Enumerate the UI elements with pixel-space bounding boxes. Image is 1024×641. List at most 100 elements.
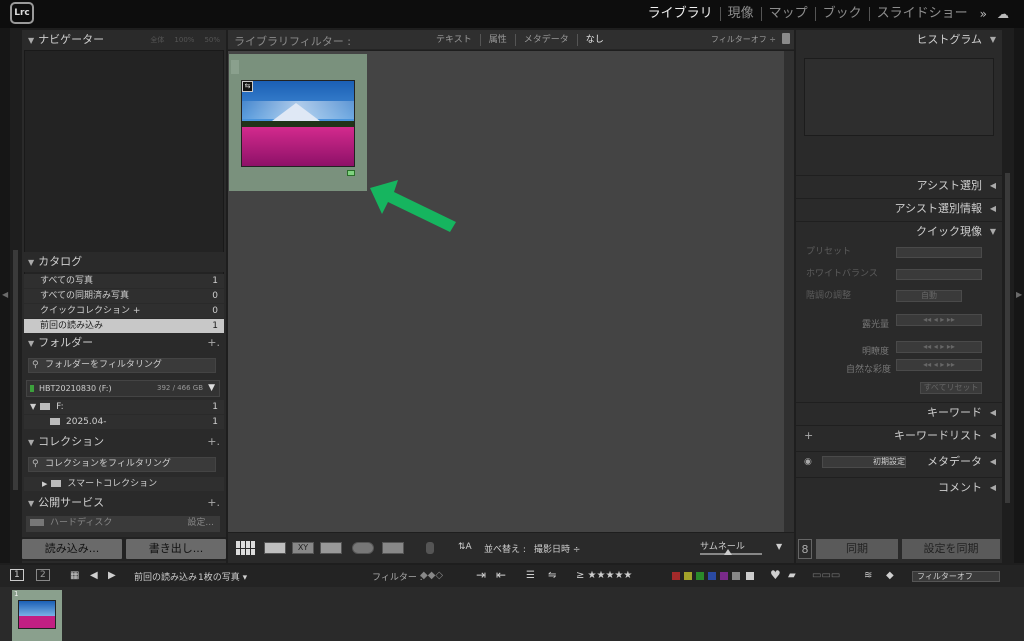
navigator-header[interactable]: ▼ ナビゲーター 全体 100% 50% <box>22 30 226 50</box>
keyword-list-header[interactable]: + キーワードリスト ◀ <box>796 425 1002 445</box>
folders-header[interactable]: ▼ フォルダー +. <box>22 333 226 353</box>
sync-settings-button[interactable]: 設定を同期 <box>902 539 1000 559</box>
zoom-100[interactable]: 100% <box>174 36 194 44</box>
right-scroll-thumb[interactable] <box>1005 173 1010 503</box>
eye-icon[interactable]: ◉ <box>804 452 812 472</box>
add-folder-icon[interactable]: +. <box>207 333 220 353</box>
left-scroll-thumb[interactable] <box>13 250 18 490</box>
right-scrollbar[interactable] <box>1004 28 1012 563</box>
color-label-red[interactable] <box>672 572 680 580</box>
view-filter-icons[interactable]: ▭▭▭ <box>812 570 840 581</box>
add-keyword-icon[interactable]: + <box>804 426 813 446</box>
add-publish-icon[interactable]: +. <box>207 493 220 513</box>
lock-icon[interactable] <box>782 33 790 44</box>
more-modules-icon[interactable]: » <box>975 7 992 21</box>
filter-sliders-icon[interactable]: ☰ <box>526 570 535 581</box>
module-develop[interactable]: 現像 <box>721 7 762 21</box>
publish-header[interactable]: ▼ 公開サービス +. <box>22 493 226 513</box>
sync-toggle[interactable]: 8 <box>798 539 812 559</box>
color-label-yellow[interactable] <box>684 572 692 580</box>
chevron-down-icon[interactable]: ▼ <box>208 381 215 396</box>
white-balance-select[interactable] <box>896 269 982 280</box>
vibrance-stepper[interactable]: ◂◂ ◂ ▸ ▸▸ <box>896 359 982 371</box>
filmstrip-count[interactable]: 1枚の写真 ▾ <box>198 570 247 583</box>
filter-tab-text[interactable]: テキスト <box>428 34 481 46</box>
forward-arrow-icon[interactable]: ▶ <box>108 570 116 581</box>
assist-info-header[interactable]: アシスト選別情報 ◀ <box>796 198 1002 218</box>
photo-badge-icon[interactable]: ⇆ <box>242 81 253 92</box>
color-label-none[interactable] <box>746 572 754 580</box>
filter-tab-metadata[interactable]: メタデータ <box>516 34 578 46</box>
edit-filter-icon[interactable]: ⇋ <box>548 570 556 581</box>
diamond-icon[interactable]: ◆ <box>886 570 894 581</box>
secondary-display-button[interactable]: 2 <box>36 569 50 581</box>
filmstrip-source[interactable]: 前回の読み込み <box>134 570 197 583</box>
sort-direction-icon[interactable]: ⇅A <box>458 542 472 552</box>
smart-collection-row[interactable]: ▶ スマートコレクション <box>24 477 224 491</box>
catalog-item-synced[interactable]: すべての同期済み写真 0 <box>24 289 224 303</box>
sort-select[interactable]: 撮影日時 ÷ <box>534 542 580 555</box>
catalog-item-all[interactable]: すべての写真 1 <box>24 274 224 288</box>
folder-filter-input[interactable]: ⚲ フォルダーをフィルタリング <box>28 358 216 373</box>
secondary-display-icon[interactable] <box>382 542 404 554</box>
catalog-item-previous-import[interactable]: 前回の読み込み 1 <box>24 319 224 333</box>
harddisk-service[interactable]: ハードディスク 設定... <box>26 516 220 532</box>
left-panel-toggle[interactable]: ◀ <box>0 28 10 563</box>
cloud-icon[interactable]: ☁ <box>992 7 1014 21</box>
color-label-green[interactable] <box>696 572 704 580</box>
back-arrow-icon[interactable]: ◀ <box>90 570 98 581</box>
filter-tab-none[interactable]: なし <box>578 34 612 46</box>
grid-icon[interactable]: ▦ <box>70 570 79 581</box>
filter-preset-dropdown[interactable]: フィルターオフ <box>912 571 1000 582</box>
folder-row-2025[interactable]: 2025.04- 1 <box>24 415 224 429</box>
export-icon[interactable]: ⇤ <box>496 568 506 582</box>
primary-display-button[interactable]: 1 <box>10 569 24 581</box>
flag-filter-icons[interactable]: ◆◆◇ <box>420 570 443 581</box>
left-scrollbar[interactable] <box>12 28 20 563</box>
metadata-preset-select[interactable]: 初期設定 <box>822 456 906 468</box>
expand-icon[interactable]: ▶ <box>42 480 47 488</box>
color-label-purple[interactable] <box>720 572 728 580</box>
module-slideshow[interactable]: スライドショー <box>870 7 975 21</box>
comment-header[interactable]: コメント ◀ <box>796 477 1002 497</box>
stack-icon[interactable]: ≋ <box>864 570 872 581</box>
spray-can-icon[interactable] <box>426 542 434 554</box>
keyword-header[interactable]: キーワード ◀ <box>796 402 1002 422</box>
photo-thumbnail[interactable] <box>241 80 355 167</box>
module-map[interactable]: マップ <box>762 7 816 21</box>
grid-scrollbar[interactable] <box>784 51 794 532</box>
filmstrip-thumbnail[interactable] <box>18 600 56 629</box>
folder-row-drive[interactable]: ▼ F: 1 <box>24 400 224 414</box>
color-label-custom[interactable] <box>732 572 740 580</box>
survey-view-icon[interactable] <box>320 542 342 554</box>
assist-header[interactable]: アシスト選別 ◀ <box>796 175 1002 195</box>
histogram-header[interactable]: ヒストグラム ▼ <box>796 30 1002 50</box>
reset-all-button[interactable]: すべてリセット <box>920 382 982 394</box>
catalog-header[interactable]: ▼ カタログ <box>22 252 226 272</box>
collection-filter-input[interactable]: ⚲ コレクションをフィルタリング <box>28 457 216 472</box>
exposure-stepper[interactable]: ◂◂ ◂ ▸ ▸▸ <box>896 314 982 326</box>
comment-icon[interactable]: ▰ <box>788 570 796 581</box>
right-panel-toggle[interactable]: ▶ <box>1014 28 1024 563</box>
auto-tone-button[interactable]: 自動 <box>896 290 962 302</box>
export-button[interactable]: 書き出し... <box>126 539 226 559</box>
heart-icon[interactable]: ♥ <box>770 568 781 582</box>
compare-view-icon[interactable]: XY <box>292 542 314 554</box>
loupe-view-icon[interactable] <box>264 542 286 554</box>
import-button[interactable]: 読み込み... <box>22 539 122 559</box>
color-label-blue[interactable] <box>708 572 716 580</box>
metadata-header[interactable]: ◉ 初期設定 メタデータ ◀ <box>796 451 1002 471</box>
rating-filter-icon[interactable]: ≥ ★★★★★ <box>576 570 632 581</box>
sync-button[interactable]: 同期 <box>816 539 898 559</box>
toolbar-menu-chevron-icon[interactable]: ▼ <box>776 542 782 551</box>
grid-view-icon[interactable] <box>236 541 256 555</box>
people-view-icon[interactable] <box>352 542 374 554</box>
harddisk-setting[interactable]: 設定... <box>187 516 214 530</box>
import-icon[interactable]: ⇥ <box>476 568 486 582</box>
metadata-badge-icon[interactable] <box>347 170 355 176</box>
catalog-item-quick-collection[interactable]: クイックコレクション + 0 <box>24 304 224 318</box>
zoom-fit[interactable]: 全体 <box>150 36 164 44</box>
module-book[interactable]: ブック <box>816 7 870 21</box>
preset-select[interactable] <box>896 247 982 258</box>
clarity-stepper[interactable]: ◂◂ ◂ ▸ ▸▸ <box>896 341 982 353</box>
